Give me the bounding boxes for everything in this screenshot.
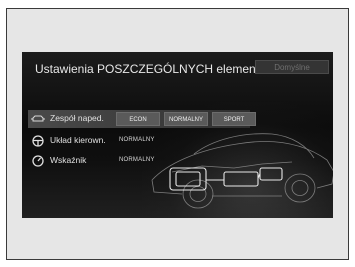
setting-value: NORMALNY xyxy=(119,137,155,143)
default-button[interactable]: Domyślne xyxy=(255,60,329,74)
infotainment-screen: Ustawienia POSZCZEGÓLNYCH elementów Domy… xyxy=(22,52,333,218)
steering-wheel-icon xyxy=(31,134,45,148)
setting-label: Zespół naped. xyxy=(50,113,104,123)
mode-econ-button[interactable]: ECON xyxy=(116,112,160,126)
page-title: Ustawienia POSZCZEGÓLNYCH elementów xyxy=(35,62,275,76)
setting-row-steering[interactable]: Układ kierown. NORMALNY xyxy=(28,132,208,150)
mode-sport-button[interactable]: SPORT xyxy=(212,112,256,126)
setting-label: Układ kierown. xyxy=(50,135,106,145)
powertrain-icon xyxy=(31,112,45,126)
gauge-icon xyxy=(31,154,45,168)
setting-label: Wskaźnik xyxy=(50,155,87,165)
setting-row-powertrain[interactable]: Zespół naped. ECON NORMALNY SPORT xyxy=(28,110,256,128)
setting-row-gauge[interactable]: Wskaźnik NORMALNY xyxy=(28,152,208,170)
setting-value: NORMALNY xyxy=(119,157,155,163)
mode-normal-button[interactable]: NORMALNY xyxy=(164,112,208,126)
